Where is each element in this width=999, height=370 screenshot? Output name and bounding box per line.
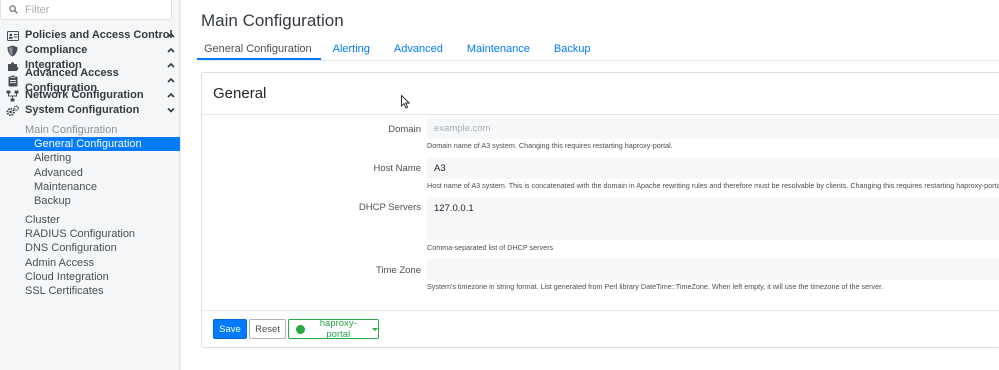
sidebar-item-cloud-integration[interactable]: Cloud Integration — [0, 270, 180, 284]
sidebar-section-compliance[interactable]: Compliance — [0, 43, 180, 58]
dhcp-servers-label: DHCP Servers — [358, 202, 421, 213]
hostname-help: Host name of A3 system. This is concaten… — [427, 181, 999, 190]
card-title: General — [213, 85, 267, 102]
tab-maintenance[interactable]: Maintenance — [455, 40, 542, 60]
chevron-down-icon — [167, 107, 175, 113]
sidebar-item-admin-access[interactable]: Admin Access — [0, 256, 180, 270]
chevron-up-icon — [167, 77, 175, 83]
sidebar-section-label: Compliance — [25, 44, 88, 56]
service-name: haproxy-portal — [319, 318, 357, 340]
sidebar-item-alerting[interactable]: Alerting — [0, 151, 180, 165]
hostname-input[interactable] — [427, 158, 999, 179]
chevron-up-icon — [167, 92, 175, 98]
sidebar-group-main-configuration[interactable]: Main Configuration — [0, 123, 180, 137]
filter-input[interactable] — [25, 3, 165, 16]
restart-service-dropdown-button[interactable]: haproxy-portal — [288, 318, 379, 340]
sidebar-section-label: Policies and Access Control — [25, 29, 173, 41]
network-icon — [6, 89, 19, 102]
sidebar-section-advanced-access[interactable]: Advanced Access Configuration — [0, 67, 180, 94]
reset-button[interactable]: Reset — [249, 319, 286, 339]
dhcp-servers-textarea[interactable]: 127.0.0.1 — [427, 197, 999, 240]
search-icon — [9, 5, 18, 14]
save-button[interactable]: Save — [213, 319, 247, 339]
clipboard-icon — [6, 74, 19, 87]
sidebar-item-general-configuration[interactable]: General Configuration — [0, 137, 180, 151]
page-title: Main Configuration — [201, 11, 344, 30]
main-content: Main Configuration General Configuration… — [181, 0, 999, 370]
dhcp-servers-help: Comma-separated list of DHCP servers — [427, 243, 554, 252]
sidebar-section-label: Network Configuration — [25, 89, 144, 101]
card-footer: Save Reset haproxy-portal — [202, 310, 999, 349]
sidebar-item-cluster[interactable]: Cluster — [0, 213, 180, 227]
id-card-icon — [6, 29, 19, 42]
caret-down-icon — [372, 327, 378, 331]
card-header: General — [202, 73, 999, 115]
cogs-icon — [6, 104, 19, 117]
timezone-input[interactable] — [427, 259, 999, 280]
shield-icon — [6, 44, 19, 57]
sidebar-item-backup[interactable]: Backup — [0, 194, 180, 208]
general-card: General Domain Domain name of A3 system.… — [201, 72, 999, 348]
sidebar-item-maintenance[interactable]: Maintenance — [0, 180, 180, 194]
domain-label: Domain — [388, 124, 421, 135]
tab-bar: General Configuration Alerting Advanced … — [197, 40, 603, 60]
tab-general-configuration[interactable]: General Configuration — [197, 40, 321, 60]
timezone-label: Time Zone — [375, 265, 421, 276]
mouse-cursor-icon — [401, 95, 411, 109]
tab-advanced[interactable]: Advanced — [382, 40, 455, 60]
sidebar-section-network[interactable]: Network Configuration — [0, 88, 180, 103]
tabs-divider — [197, 60, 999, 61]
timezone-help: System's timezone in string format. List… — [427, 282, 884, 291]
sidebar-section-policies[interactable]: Policies and Access Control — [0, 28, 180, 43]
domain-input[interactable] — [427, 118, 999, 139]
status-dot-icon — [296, 324, 305, 334]
tab-alerting[interactable]: Alerting — [321, 40, 382, 60]
sidebar-section-system[interactable]: System Configuration — [0, 103, 180, 118]
domain-help: Domain name of A3 system. Changing this … — [427, 141, 673, 150]
hostname-label: Host Name — [373, 163, 421, 174]
chevron-up-icon — [167, 32, 175, 38]
sidebar-item-radius-configuration[interactable]: RADIUS Configuration — [0, 227, 180, 241]
sidebar-item-ssl-certificates[interactable]: SSL Certificates — [0, 284, 180, 298]
sidebar-item-dns-configuration[interactable]: DNS Configuration — [0, 241, 180, 255]
chevron-up-icon — [167, 47, 175, 53]
sidebar-section-label: System Configuration — [25, 104, 140, 116]
filter-box[interactable] — [0, 0, 172, 20]
tab-backup[interactable]: Backup — [542, 40, 603, 60]
puzzle-icon — [6, 59, 19, 72]
sidebar: Policies and Access Control Compliance I… — [0, 0, 180, 370]
sidebar-item-advanced[interactable]: Advanced — [0, 166, 180, 180]
